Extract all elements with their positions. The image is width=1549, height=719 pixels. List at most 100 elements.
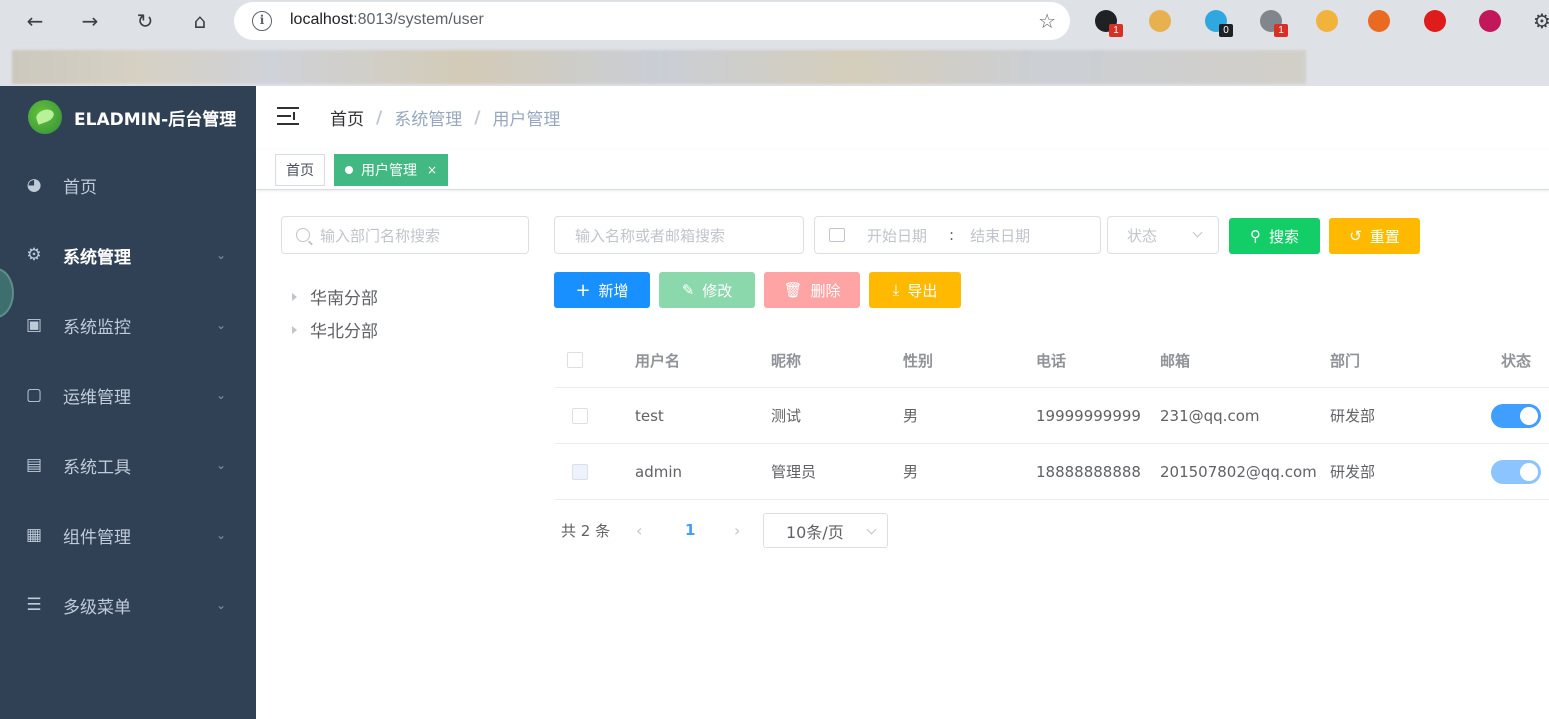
close-tag-icon[interactable]: ×: [427, 163, 437, 177]
sidebar-item-0[interactable]: ◕ 首页: [0, 157, 256, 213]
navbar: 首页 / 系统管理 / 用户管理: [256, 86, 1549, 148]
header-phone[interactable]: 电话: [1036, 333, 1066, 387]
reload-icon[interactable]: ↻: [130, 6, 160, 36]
export-button[interactable]: ⤓ 导出: [869, 272, 961, 308]
sidebar-item-1[interactable]: ⚙ 系统管理 ⌄: [0, 227, 256, 283]
home-icon[interactable]: ⌂: [185, 6, 215, 36]
status-select[interactable]: 状态: [1107, 216, 1219, 254]
breadcrumb-home[interactable]: 首页: [330, 105, 364, 130]
sidebar-item-label: 运维管理: [63, 387, 131, 408]
ext-adblock-icon[interactable]: [1424, 10, 1446, 32]
dept-search-input[interactable]: 输入部门名称搜索: [281, 216, 529, 254]
ext-gray-icon[interactable]: 1: [1260, 10, 1288, 37]
logo[interactable]: ELADMIN-后台管理: [28, 100, 236, 134]
chevron-down-icon: [866, 524, 877, 535]
refresh-icon: ↺: [1349, 227, 1362, 245]
extension-badge: 0: [1219, 24, 1233, 37]
cell-nickname: 测试: [771, 407, 802, 425]
search-button[interactable]: ⚲ 搜索: [1229, 218, 1320, 254]
table-header: 用户名 昵称 性别 电话 邮箱 部门 状态: [554, 333, 1549, 388]
trash-icon: 🗑: [783, 281, 803, 299]
calendar-icon: [829, 228, 845, 242]
table-row[interactable]: test 测试 男 19999999999 231@qq.com 研发部: [554, 388, 1549, 444]
cell-email: 201507802@qq.com: [1160, 462, 1317, 481]
sidebar-item-label: 系统工具: [63, 457, 131, 478]
list-icon: ☰: [26, 595, 42, 615]
cell-dept: 研发部: [1330, 407, 1376, 425]
prev-page-icon[interactable]: ‹: [636, 513, 642, 547]
chevron-down-icon: ⌄: [216, 248, 227, 262]
header-dept[interactable]: 部门: [1330, 333, 1360, 387]
sidebar-item-6[interactable]: ☰ 多级菜单 ⌄: [0, 577, 256, 633]
gear-icon: ⚙: [26, 245, 42, 265]
browser-chrome: ← → ↻ ⌂ i localhost:8013/system/user ☆ 1…: [0, 0, 1549, 86]
sidebar-item-2[interactable]: ▣ 系统监控 ⌄: [0, 297, 256, 353]
back-arrow-icon[interactable]: ←: [20, 6, 50, 36]
ext-broom-icon[interactable]: [1316, 10, 1338, 32]
cell-dept: 研发部: [1330, 463, 1376, 481]
chevron-down-icon: ⌄: [216, 388, 227, 402]
sidebar-item-label: 系统监控: [63, 317, 131, 338]
pagination-total: 共 2 条: [561, 521, 611, 540]
delete-button[interactable]: 🗑 删除: [764, 272, 860, 308]
tree-node-north[interactable]: 华北分部: [292, 317, 378, 342]
tag-home[interactable]: 首页: [275, 154, 325, 186]
ext-black-icon[interactable]: 1: [1095, 10, 1123, 37]
info-icon[interactable]: i: [252, 11, 272, 31]
extension-badge: 1: [1109, 24, 1123, 37]
forward-arrow-icon[interactable]: →: [75, 6, 105, 36]
chevron-down-icon: ⌄: [216, 598, 227, 612]
caret-right-icon[interactable]: [292, 325, 297, 334]
chevron-down-icon: [1192, 227, 1203, 238]
tools-icon: ▤: [25, 455, 43, 475]
header-email[interactable]: 邮箱: [1160, 333, 1190, 387]
hamburger-toggle-icon[interactable]: [277, 107, 299, 125]
chevron-down-icon: ⌄: [216, 528, 227, 542]
chevron-down-icon: ⌄: [216, 458, 227, 472]
breadcrumb: 首页 / 系统管理 / 用户管理: [330, 105, 561, 131]
grid-icon: ▦: [25, 525, 43, 545]
cell-phone: 19999999999: [1036, 406, 1141, 425]
page-number-current[interactable]: 1: [685, 513, 695, 547]
add-button[interactable]: + 新增: [554, 272, 650, 308]
edit-button[interactable]: ✎ 修改: [659, 272, 755, 308]
search-icon: ⚲: [1249, 227, 1261, 245]
breadcrumb-user: 用户管理: [492, 110, 561, 130]
select-all-checkbox[interactable]: [567, 352, 583, 368]
cell-nickname: 管理员: [771, 463, 817, 481]
sidebar-item-3[interactable]: ▢ 运维管理 ⌄: [0, 367, 256, 423]
ext-s-icon[interactable]: [1368, 10, 1390, 32]
sidebar-item-label: 首页: [63, 177, 97, 198]
ops-icon: ▢: [25, 385, 43, 405]
page-size-select[interactable]: 10条/页: [763, 513, 888, 548]
name-email-search-input[interactable]: 输入名称或者邮箱搜索: [554, 216, 804, 254]
url-text[interactable]: localhost:8013/system/user: [290, 11, 484, 29]
cell-gender: 男: [903, 407, 919, 425]
monitor-icon: ▣: [25, 315, 43, 335]
ext-shield-icon[interactable]: [1149, 10, 1171, 32]
next-page-icon[interactable]: ›: [734, 513, 740, 547]
caret-right-icon[interactable]: [292, 292, 297, 301]
sidebar-item-5[interactable]: ▦ 组件管理 ⌄: [0, 507, 256, 563]
status-switch: [1491, 459, 1541, 484]
table-row[interactable]: admin 管理员 男 18888888888 201507802@qq.com 研发部: [554, 444, 1549, 500]
address-bar[interactable]: i localhost:8013/system/user ☆: [234, 2, 1070, 40]
dashboard-icon: ◕: [26, 175, 42, 195]
reset-button[interactable]: ↺ 重置: [1329, 218, 1420, 254]
header-gender[interactable]: 性别: [903, 333, 933, 387]
settings-gear-icon[interactable]: ⚙: [1527, 6, 1549, 36]
ext-du-icon[interactable]: [1479, 10, 1501, 32]
logo-title: ELADMIN-后台管理: [74, 109, 237, 130]
sidebar-item-4[interactable]: ▤ 系统工具 ⌄: [0, 437, 256, 493]
search-icon: [296, 228, 310, 242]
header-nickname[interactable]: 昵称: [771, 333, 801, 387]
bookmark-star-icon[interactable]: ☆: [1038, 9, 1056, 33]
header-status[interactable]: 状态: [1501, 333, 1531, 387]
status-switch[interactable]: [1491, 403, 1541, 428]
header-username[interactable]: 用户名: [635, 333, 680, 387]
date-range-picker[interactable]: 开始日期 : 结束日期: [814, 216, 1101, 254]
tag-user-management[interactable]: 用户管理 ×: [334, 154, 449, 186]
row-checkbox[interactable]: [572, 407, 588, 424]
tree-node-south[interactable]: 华南分部: [292, 284, 378, 309]
ext-ghost-icon[interactable]: 0: [1205, 10, 1233, 37]
